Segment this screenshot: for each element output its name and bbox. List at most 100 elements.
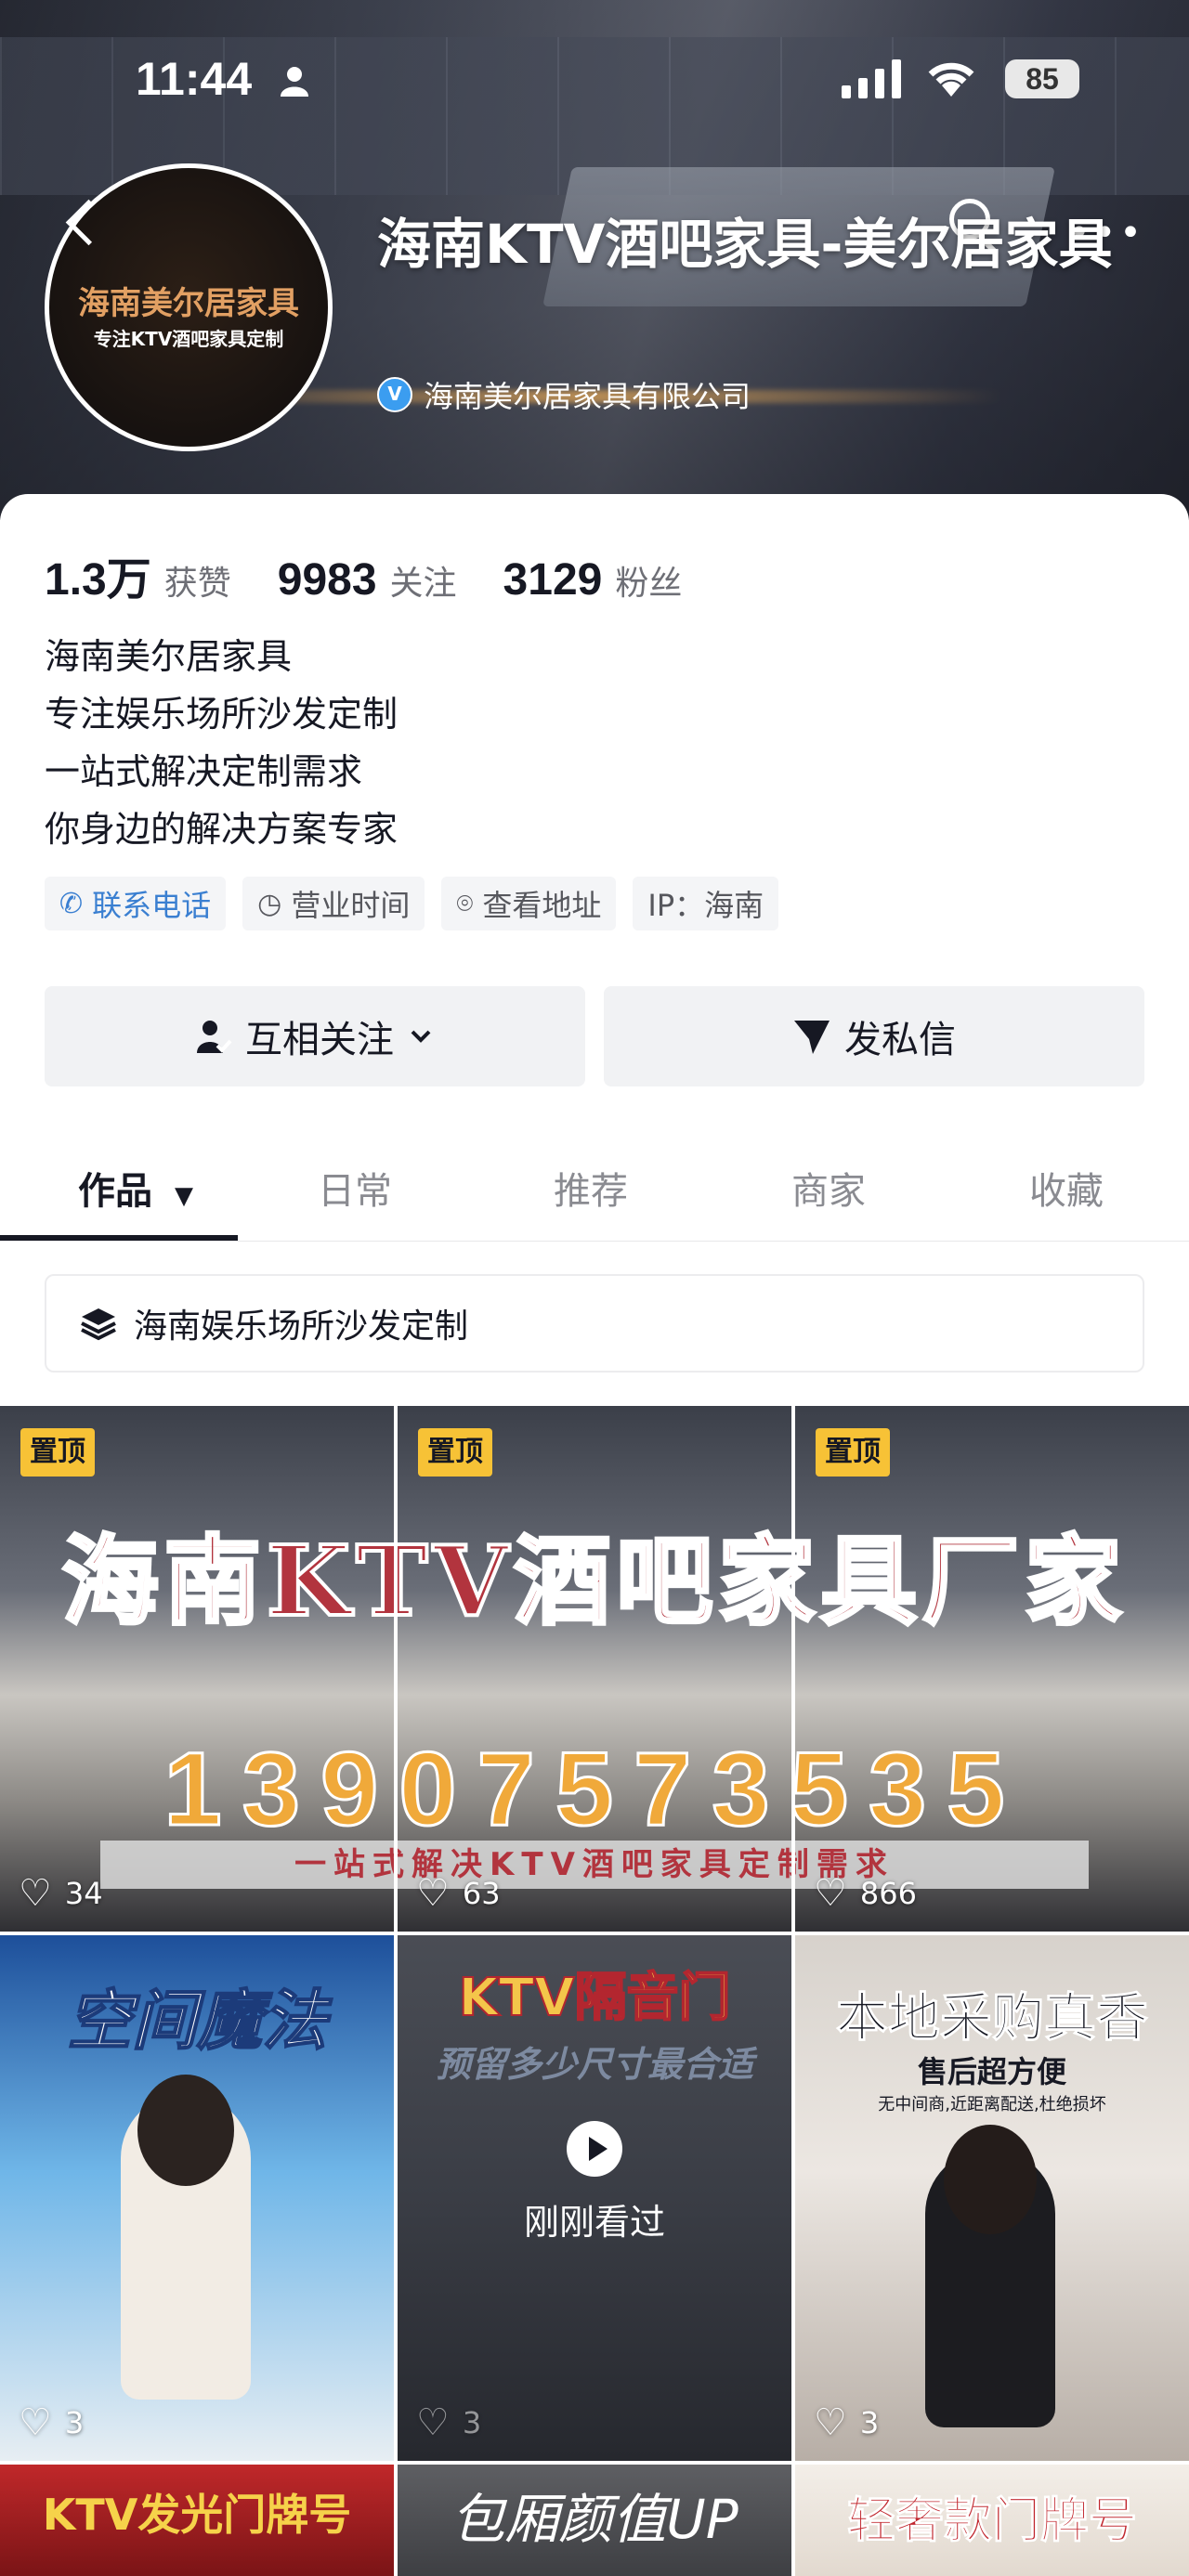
bio: 海南美尔居家具 专注娱乐场所沙发定制 一站式解决定制需求 你身边的解决方案专家: [45, 628, 398, 858]
tabs-divider: [0, 1241, 1189, 1242]
bio-line: 一站式解决定制需求: [45, 751, 363, 792]
presenter-head: [137, 2075, 234, 2186]
video-likes: ♡ 3: [416, 2401, 481, 2444]
likes-count: 63: [462, 1876, 501, 1911]
video-subtitle: 售后超方便: [917, 2054, 1066, 2089]
heart-icon: ♡: [19, 2401, 52, 2444]
video-cell[interactable]: 置顶 ♡ 866: [795, 1406, 1189, 1932]
video-likes: ♡ 63: [416, 1872, 501, 1915]
view-address-label: 查看地址: [482, 888, 602, 923]
video-grid: 海南KTV酒吧家具厂家 13907573535 一站式解决KTV酒吧家具定制需求…: [0, 1406, 1189, 2576]
bio-line: 你身边的解决方案专家: [45, 809, 399, 850]
video-title: KTV发光门牌号: [42, 2490, 352, 2540]
video-title: 包厢颜值UP: [451, 2488, 738, 2551]
video-cell[interactable]: 置顶 ♡ 63: [398, 1406, 795, 1932]
video-likes: ♡ 866: [814, 1872, 917, 1915]
collection-entry[interactable]: 海南娱乐场所沙发定制: [45, 1274, 1144, 1373]
bio-line: 专注娱乐场所沙发定制: [45, 694, 399, 735]
video-cell[interactable]: 本地采购真香 售后超方便 无中间商,近距离配送,杜绝损坏 ♡ 3: [795, 1935, 1189, 2461]
action-buttons: 互相关注 发私信: [45, 986, 1144, 1086]
video-title: 空间魔法: [66, 1982, 328, 2060]
tab-merchant[interactable]: 商家: [791, 1161, 866, 1215]
mutual-follow-button[interactable]: 互相关注: [45, 986, 585, 1086]
avatar-brand-text: 海南美尔居家具: [78, 285, 299, 322]
video-title: KTV隔音门: [458, 1967, 732, 2029]
followers-label: 粉丝: [615, 565, 683, 603]
pinned-badge: 置顶: [418, 1428, 492, 1477]
send-message-button[interactable]: 发私信: [604, 986, 1144, 1086]
business-hours-tag[interactable]: ◷ 营业时间: [242, 877, 425, 930]
recently-watched-label: 刚刚看过: [523, 2202, 665, 2243]
following-count[interactable]: 9983: [278, 554, 377, 605]
pinned-badge: 置顶: [816, 1428, 890, 1477]
followers-count[interactable]: 3129: [503, 554, 603, 605]
heart-icon: ♡: [814, 2401, 847, 2444]
user-check-icon: [197, 1021, 232, 1053]
profile-stats: 1.3万 获赞 9983 关注 3129 粉丝: [45, 542, 728, 607]
avatar-slogan-text: 专注KTV酒吧家具定制: [93, 328, 284, 350]
video-likes: ♡ 3: [814, 2401, 879, 2444]
heart-icon: ♡: [19, 1872, 52, 1915]
video-cell[interactable]: 包厢颜值UP: [398, 2465, 791, 2576]
video-subtitle: 预留多少尺寸最合适: [435, 2044, 753, 2085]
clock-icon: ◷: [257, 887, 282, 920]
caret-down-icon: ▼: [174, 1182, 193, 1210]
tab-daily[interactable]: 日常: [318, 1161, 392, 1215]
location-pin-icon: ⌾: [456, 887, 474, 920]
signal-icon: [842, 59, 901, 98]
contact-phone-label: 联系电话: [92, 888, 212, 923]
pinned-badge: 置顶: [20, 1428, 95, 1477]
likes-label: 获赞: [163, 565, 231, 603]
video-cell[interactable]: 空间魔法 ♡ 3: [0, 1935, 394, 2461]
video-note: 无中间商,近距离配送,杜绝损坏: [878, 2095, 1106, 2114]
ip-location-label: IP：海南: [647, 888, 764, 923]
tab-recommend[interactable]: 推荐: [554, 1161, 628, 1215]
video-likes: ♡ 34: [19, 1872, 103, 1915]
contact-phone-tag[interactable]: ✆ 联系电话: [45, 877, 227, 930]
company-name: 海南美尔居家具有限公司: [424, 379, 751, 414]
tab-works-label: 作品: [78, 1170, 152, 1213]
status-bar: 11:44 85: [0, 0, 1189, 158]
status-time: 11:44: [136, 53, 253, 105]
info-tags: ✆ 联系电话 ◷ 营业时间 ⌾ 查看地址 IP：海南: [45, 877, 779, 930]
send-icon: [794, 1021, 830, 1054]
ip-location-tag: IP：海南: [633, 877, 779, 930]
video-title: 轻奢款门牌号: [846, 2493, 1137, 2550]
likes-count: 866: [859, 1876, 917, 1911]
likes-count[interactable]: 1.3万: [45, 542, 151, 607]
video-cell[interactable]: KTV隔音门 预留多少尺寸最合适 刚刚看过 ♡ 3: [398, 1935, 791, 2461]
layers-icon: [81, 1308, 116, 1341]
tab-works[interactable]: 作品 ▼: [78, 1161, 193, 1215]
person-icon: [281, 67, 308, 97]
heart-icon: ♡: [814, 1872, 847, 1915]
video-title: 本地采购真香: [836, 1988, 1149, 2049]
recently-watched-overlay: 刚刚看过: [398, 2121, 791, 2244]
presenter-head: [944, 2125, 1037, 2234]
heart-icon: ♡: [416, 1872, 450, 1915]
content-tabs: 作品 ▼ 日常 推荐 商家 收藏: [0, 1142, 1189, 1241]
profile-title: 海南KTV酒吧家具-美尔居家具: [377, 213, 1113, 276]
chevron-down-icon: [411, 1030, 431, 1043]
business-hours-label: 营业时间: [291, 888, 411, 923]
likes-count: 3: [859, 2405, 880, 2440]
verified-badge-icon: V: [377, 377, 412, 412]
video-cell[interactable]: 轻奢款门牌号: [795, 2465, 1189, 2576]
video-cell[interactable]: 置顶 ♡ 34: [0, 1406, 398, 1932]
send-message-label: 发私信: [844, 1019, 956, 1061]
view-address-tag[interactable]: ⌾ 查看地址: [441, 877, 617, 930]
phone-icon: ✆: [59, 887, 84, 920]
video-cell[interactable]: KTV发光门牌号: [0, 2465, 394, 2576]
bio-line: 海南美尔居家具: [45, 636, 293, 677]
mutual-follow-label: 互相关注: [245, 1019, 394, 1061]
likes-count: 34: [64, 1876, 103, 1911]
video-likes: ♡ 3: [19, 2401, 84, 2444]
tab-favorites[interactable]: 收藏: [1029, 1161, 1104, 1215]
likes-count: 3: [64, 2405, 85, 2440]
battery-indicator: 85: [1005, 59, 1079, 98]
play-icon: [567, 2121, 622, 2177]
wifi-icon: [928, 62, 974, 97]
collection-title: 海南娱乐场所沙发定制: [134, 1308, 469, 1346]
likes-count: 3: [462, 2405, 482, 2440]
verified-company: V 海南美尔居家具有限公司: [377, 373, 751, 416]
following-label: 关注: [389, 565, 457, 603]
